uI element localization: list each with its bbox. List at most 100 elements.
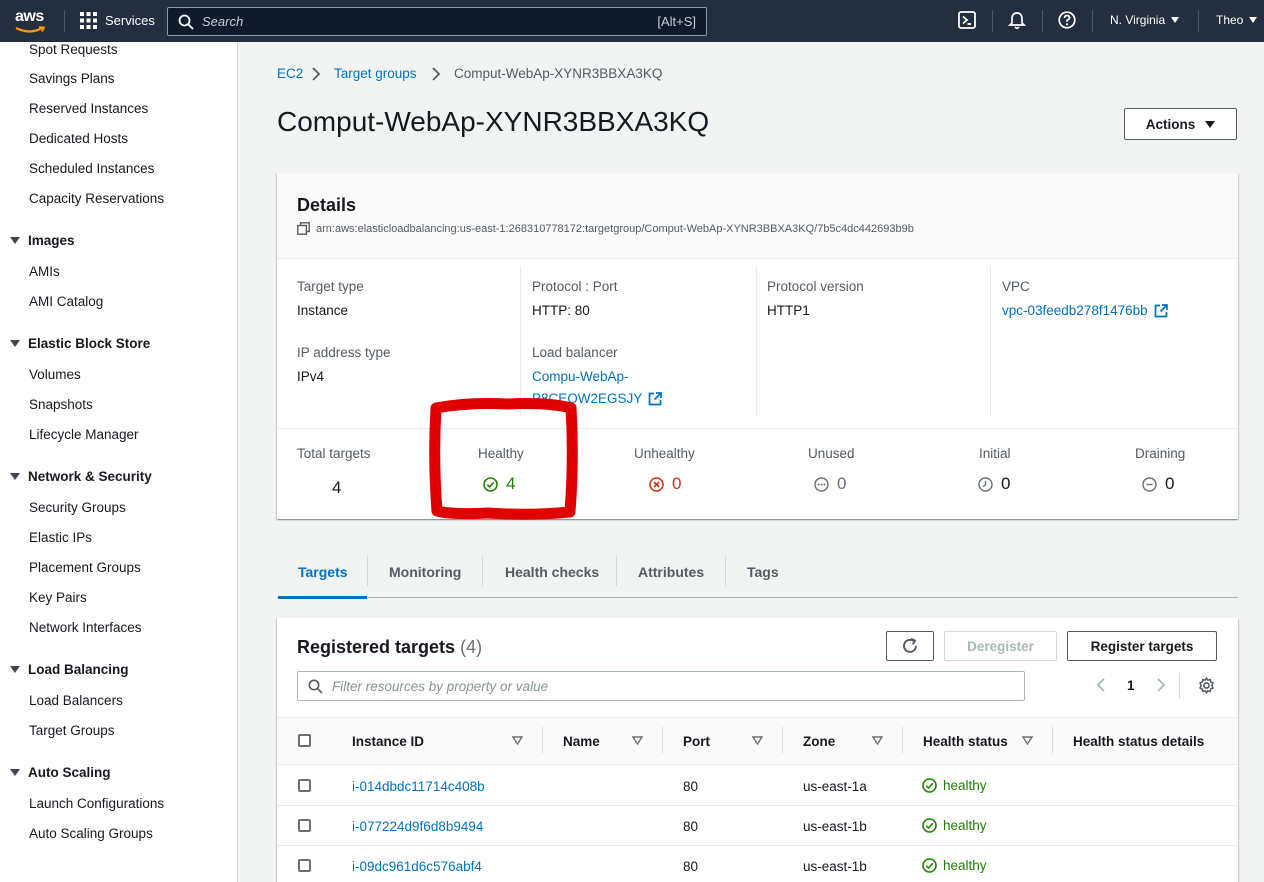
register-targets-button[interactable]: Register targets [1067,631,1217,661]
column-header-name[interactable]: Name [563,734,600,749]
sort-down-icon[interactable] [632,736,643,746]
port-value: 80 [683,819,699,834]
caret-down-icon [10,237,20,244]
sidebar-item-amis[interactable]: AMIs [29,264,60,279]
sidebar-item-elastic-ips[interactable]: Elastic IPs [29,530,92,545]
column-divider [1052,727,1053,753]
search-shortcut: [Alt+S] [657,14,696,29]
sort-down-icon[interactable] [1022,736,1033,746]
column-divider [902,727,903,753]
details-title: Details [297,195,357,215]
aws-logo[interactable]: aws [14,8,50,35]
breadcrumb-ec2[interactable]: EC2 [277,66,303,81]
sidebar-item-launch-configurations[interactable]: Launch Configurations [29,796,164,811]
total-targets-value: 4 [332,478,342,497]
instance-id-link[interactable]: i-09dc961d6c576abf4 [352,859,482,874]
divider [277,428,1238,429]
sidebar-section-auto-scaling[interactable]: Auto Scaling [10,765,111,780]
sort-down-icon[interactable] [752,736,763,746]
instance-id-link[interactable]: i-077224d9f6d8b9494 [352,819,483,834]
region-selector[interactable]: N. Virginia [1110,13,1180,27]
sidebar-item-savings-plans[interactable]: Savings Plans [29,71,115,86]
tab-tags[interactable]: Tags [747,564,779,580]
sidebar-item-key-pairs[interactable]: Key Pairs [29,590,87,605]
sidebar-item-security-groups[interactable]: Security Groups [29,500,126,515]
sidebar-section-images[interactable]: Images [10,233,75,248]
instance-id-link[interactable]: i-014dbdc11714c408b [352,779,485,794]
sidebar-item-reserved-instances[interactable]: Reserved Instances [29,101,148,116]
sidebar-item-target-groups[interactable]: Target Groups [29,723,115,738]
breadcrumb-current: Comput-WebAp-XYNR3BBXA3KQ [454,66,663,81]
unhealthy-value: 0 [672,474,682,493]
column-header-health-status[interactable]: Health status [923,734,1008,749]
actions-label: Actions [1145,116,1196,132]
sidebar-section-label: Network & Security [28,469,152,484]
caret-down-icon [1249,17,1258,23]
sidebar-item-capacity-reservations[interactable]: Capacity Reservations [29,191,164,206]
gear-icon[interactable] [1198,677,1215,694]
column-header-instance-id[interactable]: Instance ID [352,734,424,749]
sidebar-item-spot-requests[interactable]: Spot Requests [29,42,118,57]
copy-icon[interactable] [297,222,310,235]
cloudshell-icon[interactable] [958,11,976,29]
pagination-current-page[interactable]: 1 [1127,678,1135,693]
sort-down-icon[interactable] [512,736,523,746]
user-menu[interactable]: Theo [1216,13,1258,27]
select-all-checkbox[interactable] [298,734,311,747]
sidebar-section-load-balancing[interactable]: Load Balancing [10,662,129,677]
initial-value: 0 [1001,474,1011,493]
active-tab-indicator [278,596,367,599]
load-balancer-link-line1[interactable]: Compu-WebAp- [532,369,629,384]
services-menu[interactable]: Services [80,12,155,29]
row-checkbox[interactable] [298,859,311,872]
sidebar-section-ebs[interactable]: Elastic Block Store [10,336,150,351]
sidebar-item-auto-scaling-groups[interactable]: Auto Scaling Groups [29,826,153,841]
breadcrumb-target-groups[interactable]: Target groups [334,66,417,81]
chevron-right-icon[interactable] [1156,677,1166,693]
refresh-button[interactable] [886,631,934,661]
column-divider [542,727,543,753]
column-header-port[interactable]: Port [683,734,710,749]
register-targets-label: Register targets [1090,638,1194,654]
filter-input[interactable]: Filter resources by property or value [297,671,1025,701]
top-navigation: aws Services Search [Alt+S] N. Virginia … [0,0,1264,42]
aws-smile-icon [15,26,46,33]
tab-health-checks[interactable]: Health checks [505,564,599,580]
global-search-input[interactable]: Search [Alt+S] [167,7,707,36]
sidebar-item-network-interfaces[interactable]: Network Interfaces [29,620,142,635]
sidebar-item-load-balancers[interactable]: Load Balancers [29,693,123,708]
grid-icon [80,12,97,29]
sidebar-item-snapshots[interactable]: Snapshots [29,397,93,412]
help-icon[interactable] [1058,11,1076,29]
column-divider [990,266,991,416]
ip-type-value: IPv4 [297,369,325,384]
column-header-health-status-details[interactable]: Health status details [1073,734,1204,749]
row-checkbox[interactable] [298,779,311,792]
actions-button[interactable]: Actions [1124,108,1237,140]
deregister-button[interactable]: Deregister [944,631,1057,661]
sidebar-section-label: Load Balancing [28,662,129,677]
chevron-right-icon [312,67,321,81]
sidebar-item-lifecycle-manager[interactable]: Lifecycle Manager [29,427,139,442]
tab-monitoring[interactable]: Monitoring [389,564,461,580]
sort-down-icon[interactable] [872,736,883,746]
initial-label: Initial [979,446,1011,461]
sidebar-item-ami-catalog[interactable]: AMI Catalog [29,294,103,309]
load-balancer-label: Load balancer [532,345,618,360]
caret-down-icon [10,769,20,776]
row-checkbox[interactable] [298,819,311,832]
sidebar-section-network-security[interactable]: Network & Security [10,469,152,484]
column-header-zone[interactable]: Zone [803,734,835,749]
tab-attributes[interactable]: Attributes [638,564,704,580]
vpc-link[interactable]: vpc-03feedb278f1476bb [1002,303,1168,318]
sidebar-item-placement-groups[interactable]: Placement Groups [29,560,141,575]
chevron-left-icon[interactable] [1096,677,1106,693]
unused-value: 0 [837,474,847,493]
vpc-label: VPC [1002,279,1030,294]
zone-value: us-east-1a [803,779,867,794]
sidebar-item-dedicated-hosts[interactable]: Dedicated Hosts [29,131,128,146]
bell-icon[interactable] [1008,11,1026,30]
sidebar-item-volumes[interactable]: Volumes [29,367,81,382]
sidebar-item-scheduled-instances[interactable]: Scheduled Instances [29,161,154,176]
tab-targets[interactable]: Targets [298,564,348,580]
